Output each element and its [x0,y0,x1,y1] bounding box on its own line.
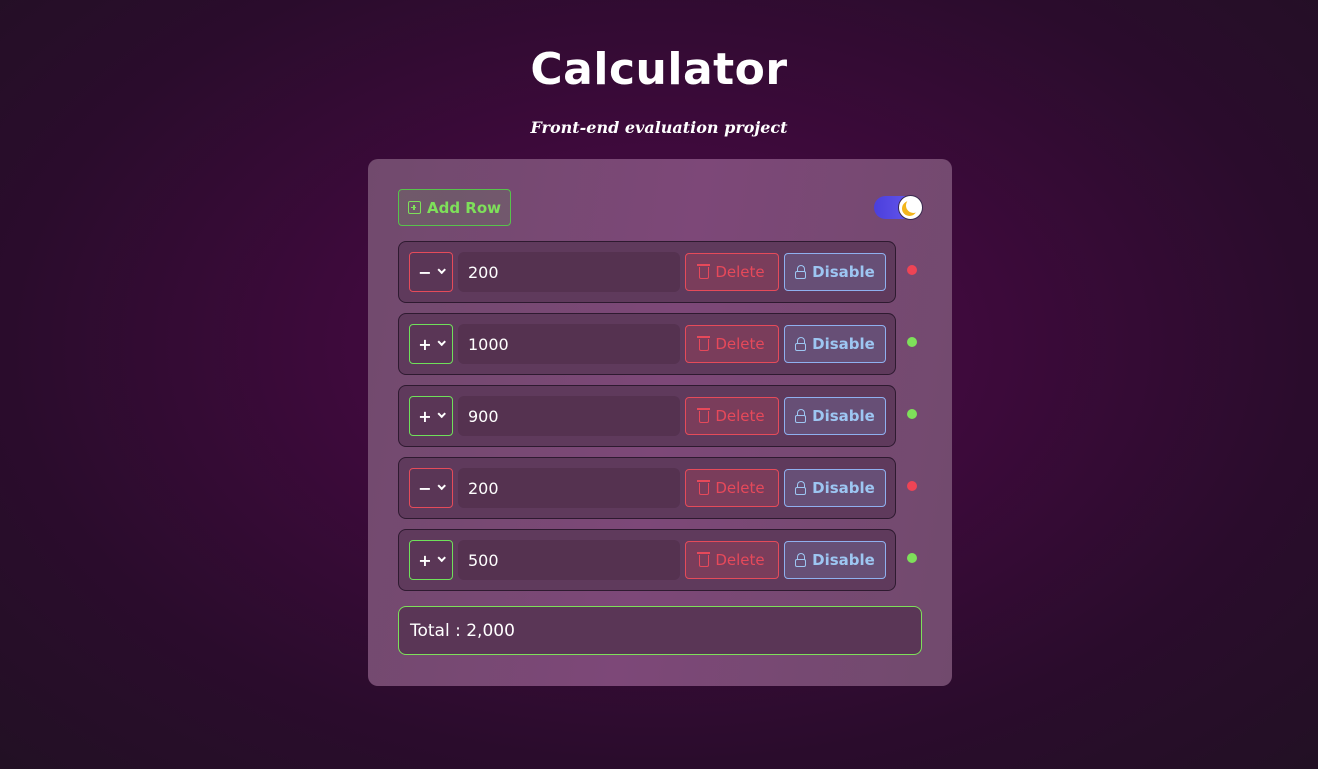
value-text: 900 [468,406,499,426]
total-label: Total : 2,000 [410,620,515,641]
plus-square-icon [407,201,421,214]
add-row-label: Add Row [426,198,502,217]
delete-label: Delete [715,479,765,497]
disable-label: Disable [812,407,875,425]
disable-label: Disable [812,551,875,569]
value-input[interactable]: 500 [458,540,680,580]
operator-value: + [418,334,432,354]
disable-label: Disable [812,263,875,281]
value-input[interactable]: 1000 [458,324,680,364]
chevron-down-icon [437,481,446,491]
delete-button[interactable]: Delete [685,469,779,507]
operator-value: − [418,478,432,498]
status-dot [907,337,917,347]
value-text: 500 [468,550,499,570]
chevron-down-icon [437,337,446,347]
trash-icon [697,552,711,567]
delete-button[interactable]: Delete [685,541,779,579]
calc-row: + 1000 Delete Disable [398,313,896,375]
value-text: 200 [468,262,499,282]
operator-select[interactable]: − [409,468,453,508]
operator-select[interactable]: − [409,252,453,292]
operator-value: + [418,550,432,570]
disable-label: Disable [812,479,875,497]
theme-toggle[interactable] [874,195,923,220]
toggle-knob [898,195,923,220]
chevron-down-icon [437,553,446,563]
operator-select[interactable]: + [409,540,453,580]
lock-icon [795,552,807,567]
status-dot [907,481,917,491]
trash-icon [697,408,711,423]
chevron-down-icon [437,265,446,275]
calc-row: + 500 Delete Disable [398,529,896,591]
lock-icon [795,264,807,279]
calculator-card: Add Row − 200 Delete Disable + 1000 Dele… [368,159,952,686]
value-input[interactable]: 900 [458,396,680,436]
status-dot [907,265,917,275]
disable-button[interactable]: Disable [784,253,886,291]
delete-label: Delete [715,335,765,353]
disable-button[interactable]: Disable [784,541,886,579]
delete-label: Delete [715,551,765,569]
value-input[interactable]: 200 [458,468,680,508]
calc-row: + 900 Delete Disable [398,385,896,447]
lock-icon [795,480,807,495]
total-display: Total : 2,000 [398,606,922,655]
chevron-down-icon [437,409,446,419]
delete-button[interactable]: Delete [685,325,779,363]
trash-icon [697,480,711,495]
disable-button[interactable]: Disable [784,325,886,363]
value-text: 200 [468,478,499,498]
status-dot [907,553,917,563]
disable-label: Disable [812,335,875,353]
delete-label: Delete [715,407,765,425]
status-dot [907,409,917,419]
operator-select[interactable]: + [409,396,453,436]
delete-button[interactable]: Delete [685,397,779,435]
trash-icon [697,264,711,279]
disable-button[interactable]: Disable [784,469,886,507]
page-title: Calculator [530,44,788,95]
moon-icon [906,198,921,213]
value-input[interactable]: 200 [458,252,680,292]
add-row-button[interactable]: Add Row [398,189,511,226]
lock-icon [795,336,807,351]
trash-icon [697,336,711,351]
delete-label: Delete [715,263,765,281]
page-subtitle: Front-end evaluation project [530,118,788,137]
operator-value: − [418,262,432,282]
disable-button[interactable]: Disable [784,397,886,435]
lock-icon [795,408,807,423]
calc-row: − 200 Delete Disable [398,457,896,519]
delete-button[interactable]: Delete [685,253,779,291]
calc-row: − 200 Delete Disable [398,241,896,303]
operator-select[interactable]: + [409,324,453,364]
operator-value: + [418,406,432,426]
value-text: 1000 [468,334,509,354]
